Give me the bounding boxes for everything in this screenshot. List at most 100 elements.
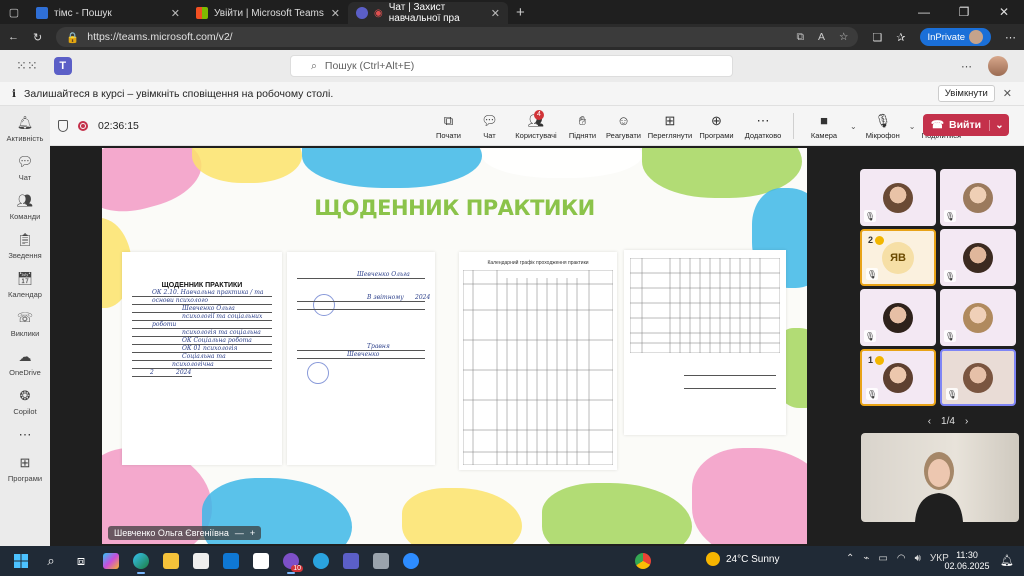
close-icon[interactable]: ✕ xyxy=(1003,87,1012,100)
participant-tile[interactable]: 🎙︎ xyxy=(860,169,936,226)
calendar-icon: 📅︎ xyxy=(16,271,34,286)
close-icon[interactable]: ✕ xyxy=(171,7,180,20)
chevron-down-icon[interactable]: ⌄ xyxy=(989,119,1009,131)
file-explorer-icon[interactable] xyxy=(158,548,184,574)
minimize-icon[interactable]: — xyxy=(235,528,244,538)
chevron-down-icon[interactable]: ⌄ xyxy=(850,122,857,131)
zoom-icon[interactable] xyxy=(398,548,424,574)
clock[interactable]: 11:30 02.06.2025 xyxy=(944,550,990,572)
notification-bell-icon[interactable]: 🔔︎ xyxy=(1000,554,1014,567)
printer-icon[interactable] xyxy=(368,548,394,574)
minimize-icon[interactable]: — xyxy=(904,0,944,24)
apps-button[interactable]: ⊕ Програми xyxy=(696,113,737,140)
bell-icon: 🔔︎ xyxy=(16,115,34,130)
expand-icon[interactable]: + xyxy=(250,528,255,538)
avatar xyxy=(883,182,913,213)
rail-item-copilot[interactable]: ❂ Copilot xyxy=(0,385,50,418)
rail-item-more[interactable]: ⋯ xyxy=(0,424,50,446)
favorite-icon[interactable]: ☆ xyxy=(839,31,848,44)
task-view-icon[interactable]: ⧈ xyxy=(68,548,94,574)
people-button[interactable]: 👥︎ 4 Користувачі xyxy=(510,109,562,140)
rail-item-apps[interactable]: ⊞ Програми xyxy=(0,452,50,485)
participant-tile[interactable]: 🎙︎ xyxy=(940,289,1016,346)
participant-tile[interactable]: 🎙︎ xyxy=(940,229,1016,286)
chevron-down-icon[interactable]: ⌄ xyxy=(909,122,916,131)
search-icon[interactable]: ⌕ xyxy=(38,548,64,574)
browser-tab-teams-login[interactable]: Увійти | Microsoft Teams ✕ xyxy=(188,2,348,24)
window-controls: — ❐ ✕ xyxy=(904,0,1024,24)
avatar[interactable] xyxy=(988,56,1008,76)
camera-button[interactable]: ■ Камера xyxy=(798,113,850,140)
refresh-icon[interactable]: ↻ xyxy=(33,31,42,44)
close-icon[interactable]: ✕ xyxy=(491,7,500,20)
app-available-icon[interactable]: ⧉ xyxy=(796,31,804,44)
network-icon[interactable]: ⌁ xyxy=(863,553,869,564)
wifi-icon[interactable]: ◠ xyxy=(897,553,906,564)
inprivate-label: InPrivate xyxy=(927,31,966,43)
rail-item-activity[interactable]: 🔔︎ Активність xyxy=(0,112,50,145)
new-tab-icon[interactable]: + xyxy=(516,4,525,21)
rail-item-onedrive[interactable]: ☁ OneDrive xyxy=(0,346,50,379)
read-aloud-icon[interactable]: A xyxy=(818,31,825,44)
maximize-icon[interactable]: ❐ xyxy=(944,0,984,24)
weather-widget[interactable]: 24°C Sunny xyxy=(706,552,779,566)
teams-icon[interactable] xyxy=(338,548,364,574)
participant-tile[interactable]: 1 🎙︎ xyxy=(860,349,936,406)
microphone-button[interactable]: 🎙︎ Мікрофон xyxy=(857,113,909,140)
battery-icon[interactable]: ▭ xyxy=(878,553,887,564)
close-window-icon[interactable]: ✕ xyxy=(984,0,1024,24)
react-button[interactable]: ☺ Реагувати xyxy=(603,113,644,140)
edge-icon[interactable] xyxy=(128,548,154,574)
raised-hand-order: 1 xyxy=(868,355,885,365)
chevron-up-icon[interactable]: ⌃ xyxy=(846,553,854,564)
favorites-icon[interactable]: ✰ xyxy=(896,31,905,44)
chevron-right-icon[interactable]: › xyxy=(965,416,968,427)
telegram-icon[interactable] xyxy=(308,548,334,574)
back-icon[interactable]: ← xyxy=(8,31,19,43)
view-button[interactable]: ⊞ Переглянути xyxy=(644,113,696,140)
browser-tab-search[interactable]: тімс - Пошук ✕ xyxy=(28,2,188,24)
browser-tab-chat[interactable]: ◉ Чат | Захист навчальної пра ✕ xyxy=(348,2,508,24)
presenter-label[interactable]: Шевченко Ольга Євгеніївна — + xyxy=(108,526,262,540)
participant-tile[interactable]: 🎙︎ xyxy=(940,349,1016,406)
tab-actions-icon[interactable]: ▢ xyxy=(0,0,28,24)
participant-tile[interactable]: 🎙︎ xyxy=(940,169,1016,226)
more-icon[interactable]: ⋯ xyxy=(1005,31,1016,44)
chat-button[interactable]: 💬︎ Чат xyxy=(469,113,510,140)
rail-label: Програми xyxy=(7,474,43,483)
participant-tile[interactable]: 2 ЯВ 🎙︎ xyxy=(860,229,936,286)
start-sharing-button[interactable]: ⧉ Почати xyxy=(428,113,469,140)
windows-start-icon[interactable] xyxy=(8,548,34,574)
search-input[interactable]: ⌕ Пошук (Ctrl+Alt+E) xyxy=(290,55,733,77)
rail-item-summary[interactable]: 📋︎ Зведення xyxy=(0,229,50,262)
volume-icon[interactable]: 🔊︎ xyxy=(915,553,921,564)
chevron-left-icon[interactable]: ‹ xyxy=(928,416,931,427)
more-icon[interactable]: ⋯ xyxy=(961,60,972,73)
more-button[interactable]: ⋯ Додатково xyxy=(737,113,789,140)
collections-icon[interactable]: ❏ xyxy=(872,31,882,44)
raise-hand-button[interactable]: ✋︎ Підняти xyxy=(562,113,603,140)
rail-item-calendar[interactable]: 📅︎ Календар xyxy=(0,268,50,301)
rail-item-chat[interactable]: 💬︎ Чат xyxy=(0,151,50,184)
viber-icon[interactable]: 10 xyxy=(278,548,304,574)
shield-icon xyxy=(58,119,68,132)
inprivate-badge[interactable]: InPrivate xyxy=(919,28,991,46)
page-heading: Календарний графік проходження практики xyxy=(487,260,589,266)
mic-off-icon: 🎙︎ xyxy=(946,388,958,400)
notepad-icon[interactable] xyxy=(248,548,274,574)
self-view-video[interactable] xyxy=(861,433,1019,522)
url-field[interactable]: 🔒 https://teams.microsoft.com/v2/ ⧉ A ☆ xyxy=(56,27,859,47)
enable-notifications-button[interactable]: Увімкнути xyxy=(937,85,995,102)
store-icon[interactable] xyxy=(188,548,214,574)
participant-tile[interactable]: 🎙︎ xyxy=(860,289,936,346)
chrome-icon[interactable] xyxy=(630,548,656,574)
close-icon[interactable]: ✕ xyxy=(331,7,340,20)
app-launcher-icon[interactable]: ⁙⁙ xyxy=(16,58,38,74)
leave-button[interactable]: ☎ Вийти ⌄ xyxy=(923,114,1009,136)
copilot-icon[interactable] xyxy=(98,548,124,574)
rail-item-teams[interactable]: 👥︎ Команди xyxy=(0,190,50,223)
teams-header: ⁙⁙ T ⌕ Пошук (Ctrl+Alt+E) ⋯ xyxy=(0,50,1024,82)
rail-item-calls[interactable]: ☏ Виклики xyxy=(0,307,50,340)
hand-order-number: 1 xyxy=(868,355,874,365)
outlook-icon[interactable] xyxy=(218,548,244,574)
